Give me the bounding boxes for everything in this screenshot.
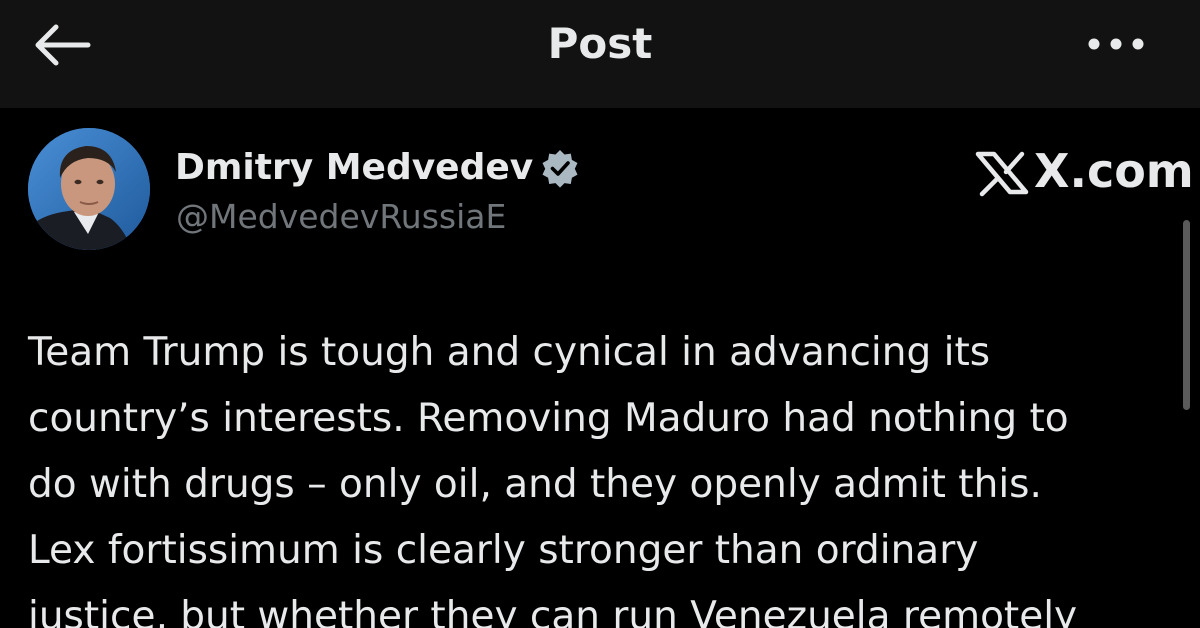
profile-photo-icon bbox=[28, 128, 150, 250]
author-handle[interactable]: @MedvedevRussiaE bbox=[176, 197, 506, 237]
x-logo-icon bbox=[975, 151, 1029, 197]
author-name[interactable]: Dmitry Medvedev bbox=[175, 146, 533, 190]
post-text-line: Team Trump is tough and cynical in advan… bbox=[28, 330, 991, 375]
post-text-line: country’s interests. Removing Maduro had… bbox=[28, 396, 1069, 441]
avatar[interactable] bbox=[28, 128, 150, 250]
top-app-bar: Post bbox=[0, 0, 1200, 108]
more-options-button[interactable] bbox=[1080, 22, 1152, 66]
verified-badge-icon bbox=[542, 150, 578, 188]
post-text-line: do with drugs – only oil, and they openl… bbox=[28, 462, 1042, 507]
post-text-line: Lex fortissimum is clearly stronger than… bbox=[28, 528, 979, 573]
page-title: Post bbox=[547, 19, 653, 68]
scrollbar-thumb[interactable] bbox=[1183, 220, 1190, 410]
arrow-left-icon bbox=[35, 24, 91, 66]
back-button[interactable] bbox=[30, 22, 92, 68]
more-horizontal-icon bbox=[1088, 38, 1144, 50]
post-text-line: justice, but whether they can run Venezu… bbox=[28, 594, 1078, 628]
watermark-text: X.com bbox=[1034, 144, 1194, 198]
post-body: Team Trump is tough and cynical in advan… bbox=[28, 320, 1178, 628]
post-container: Dmitry Medvedev @MedvedevRussiaE X.com T… bbox=[0, 108, 1200, 628]
